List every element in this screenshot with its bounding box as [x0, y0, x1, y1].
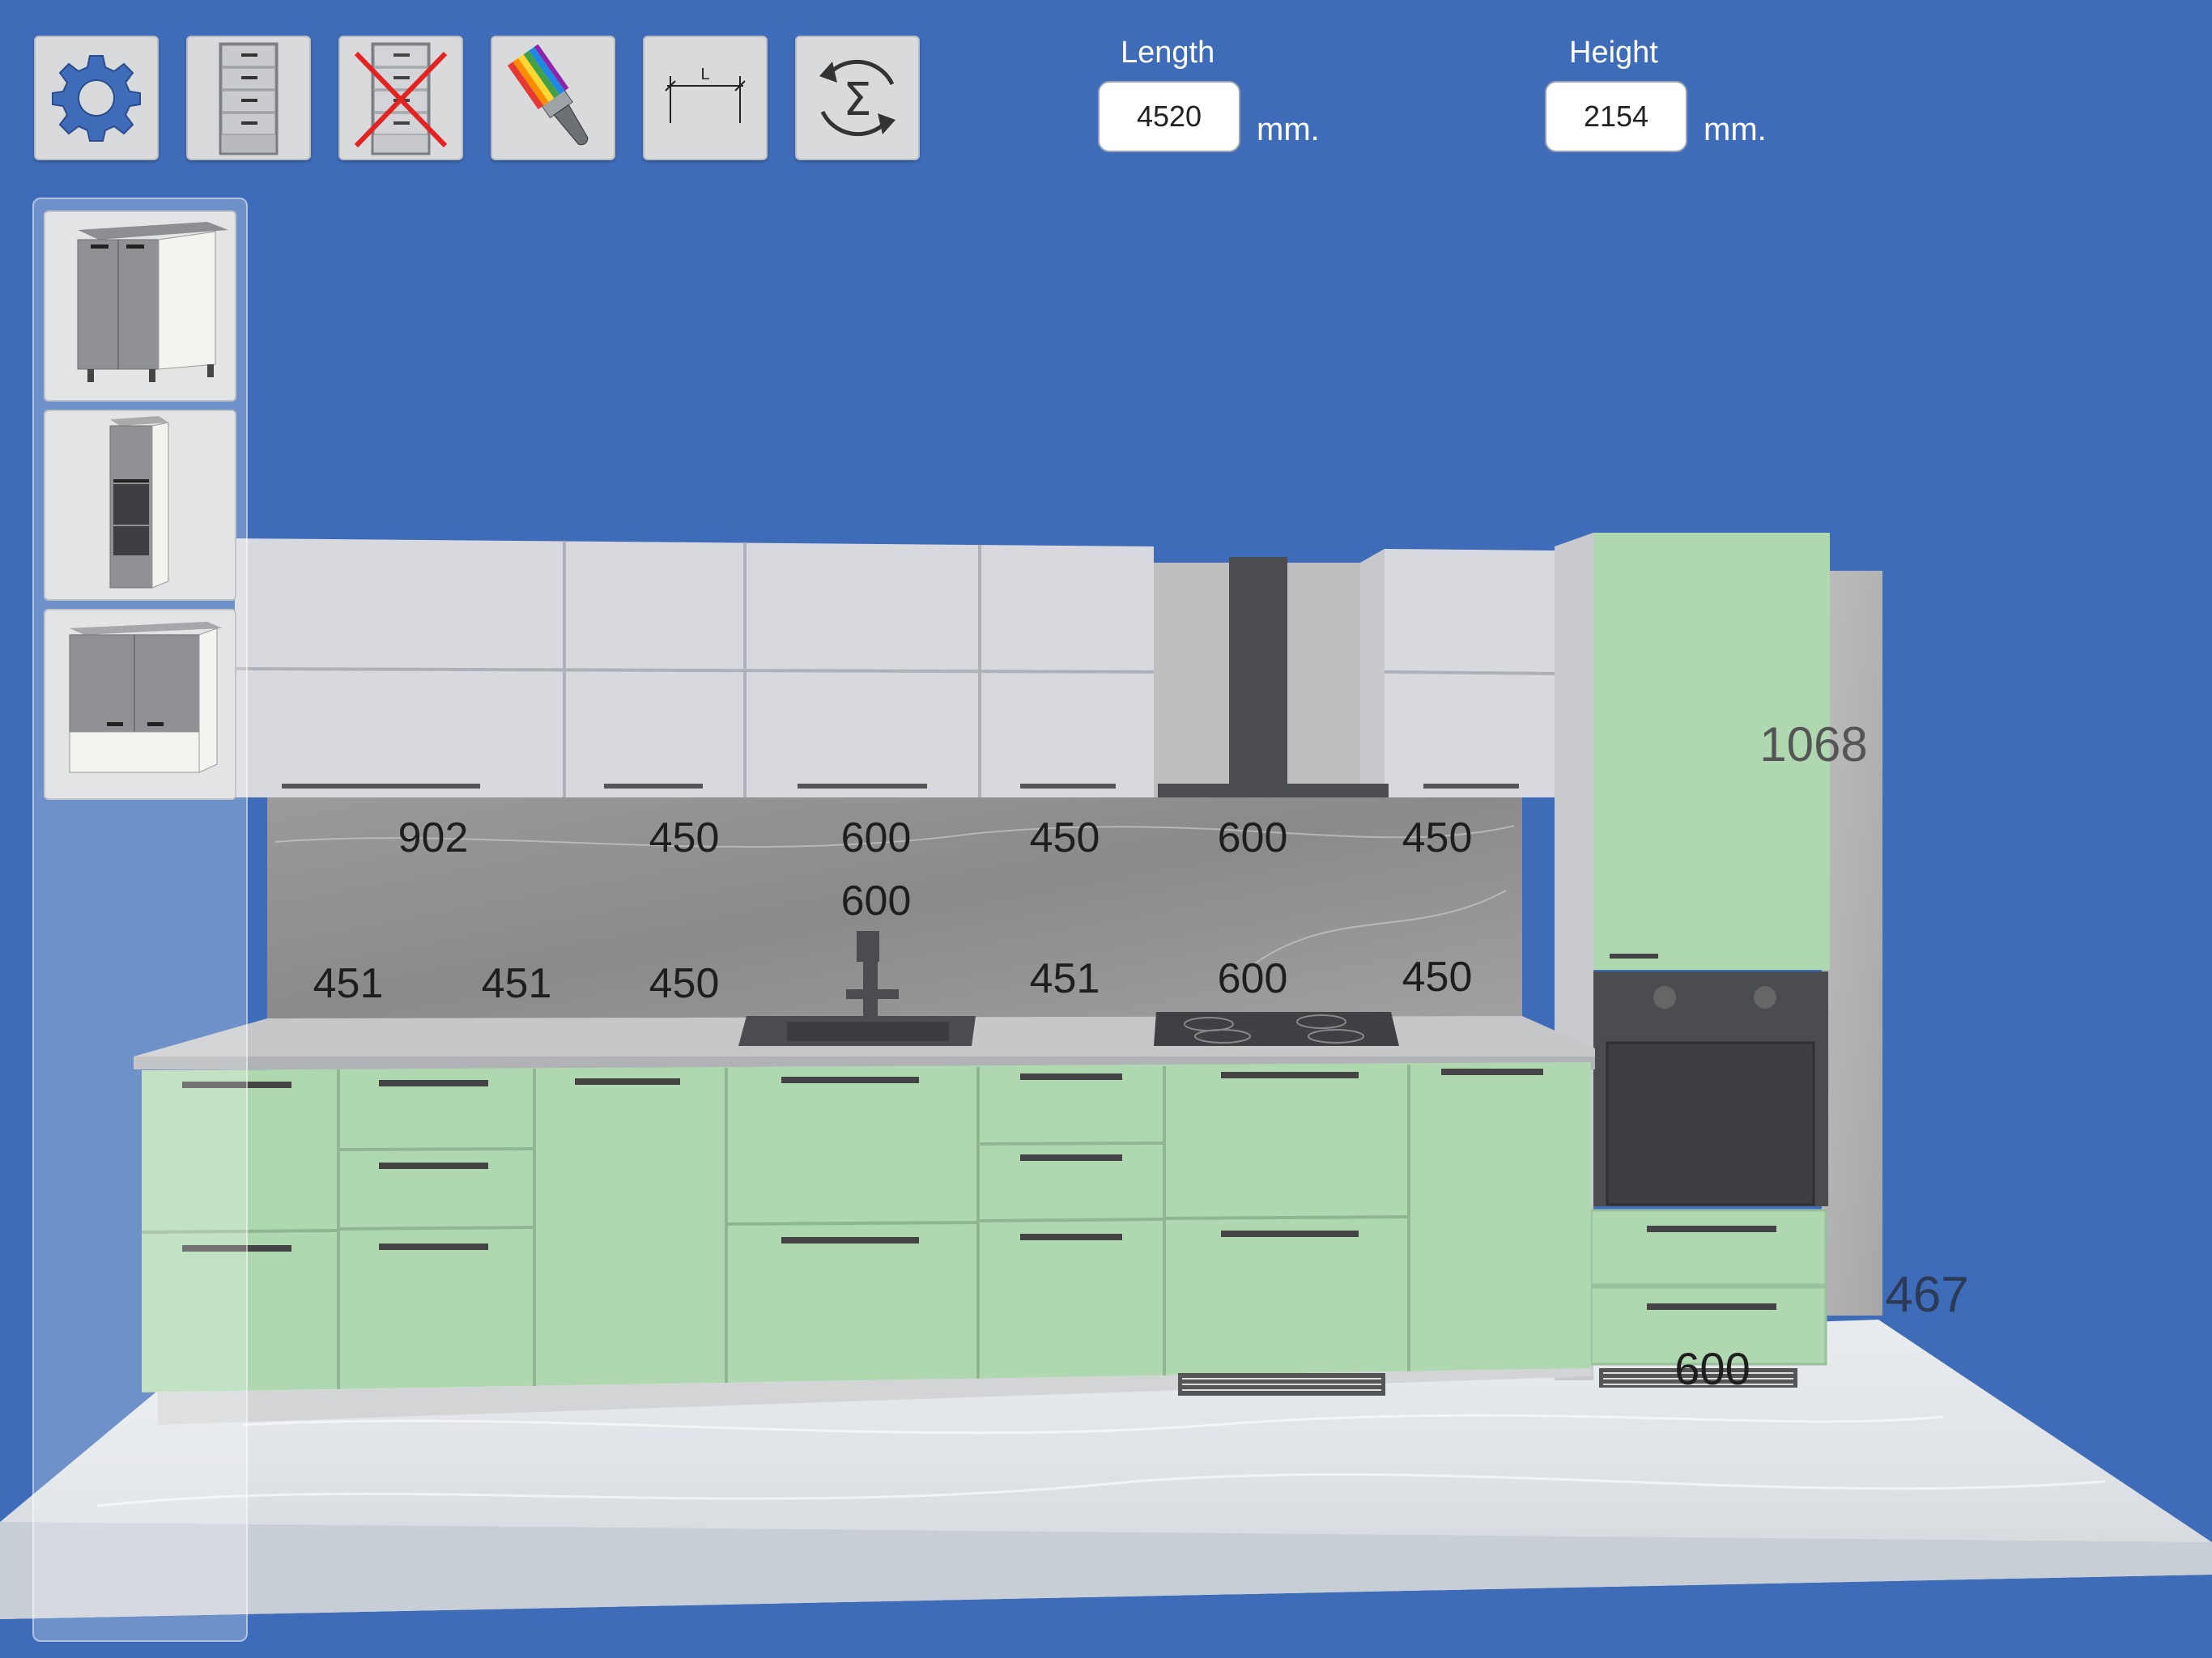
- middle-width-label: 600: [841, 878, 912, 925]
- tall-oven-cabinet[interactable]: [1555, 533, 1830, 1388]
- base-cabinets[interactable]: [141, 1062, 1591, 1425]
- kitchen-3d-view[interactable]: 902 450 600 450 600 450 600 451 451 450 …: [0, 0, 2212, 1658]
- tall-oven-cabinet-thumb[interactable]: [44, 410, 236, 601]
- tall-width-label: 600: [1674, 1343, 1750, 1394]
- base-cabinet-icon: [77, 222, 228, 382]
- upper-width-label: 600: [841, 814, 912, 861]
- base-cabinet-thumb[interactable]: [44, 210, 236, 402]
- tall-height-label: 1068: [1759, 717, 1867, 772]
- upper-width-label: 450: [1402, 814, 1473, 861]
- cabinet-catalog-panel[interactable]: [32, 198, 248, 1642]
- upper-width-label: 450: [1030, 814, 1100, 861]
- side-wall-panel: [1822, 571, 1882, 1316]
- upper-cabinets[interactable]: [234, 538, 1555, 797]
- cooktop: [1154, 1012, 1399, 1046]
- lower-width-label: 451: [1030, 955, 1100, 1002]
- tall-depth-label: 467: [1885, 1267, 1968, 1323]
- lower-width-label: 450: [1402, 954, 1473, 1001]
- lower-width-label: 450: [649, 960, 720, 1007]
- lower-width-label: 451: [482, 960, 552, 1007]
- wall-cabinet-open-shelf-icon: [69, 622, 222, 773]
- wall-cabinet-thumb[interactable]: [44, 609, 236, 800]
- upper-width-label: 450: [649, 814, 720, 861]
- tall-cabinet-icon: [109, 416, 169, 589]
- upper-width-label: 600: [1218, 814, 1288, 861]
- lower-width-label: 600: [1218, 955, 1288, 1002]
- upper-width-label: 902: [398, 814, 469, 861]
- lower-width-label: 451: [313, 960, 384, 1007]
